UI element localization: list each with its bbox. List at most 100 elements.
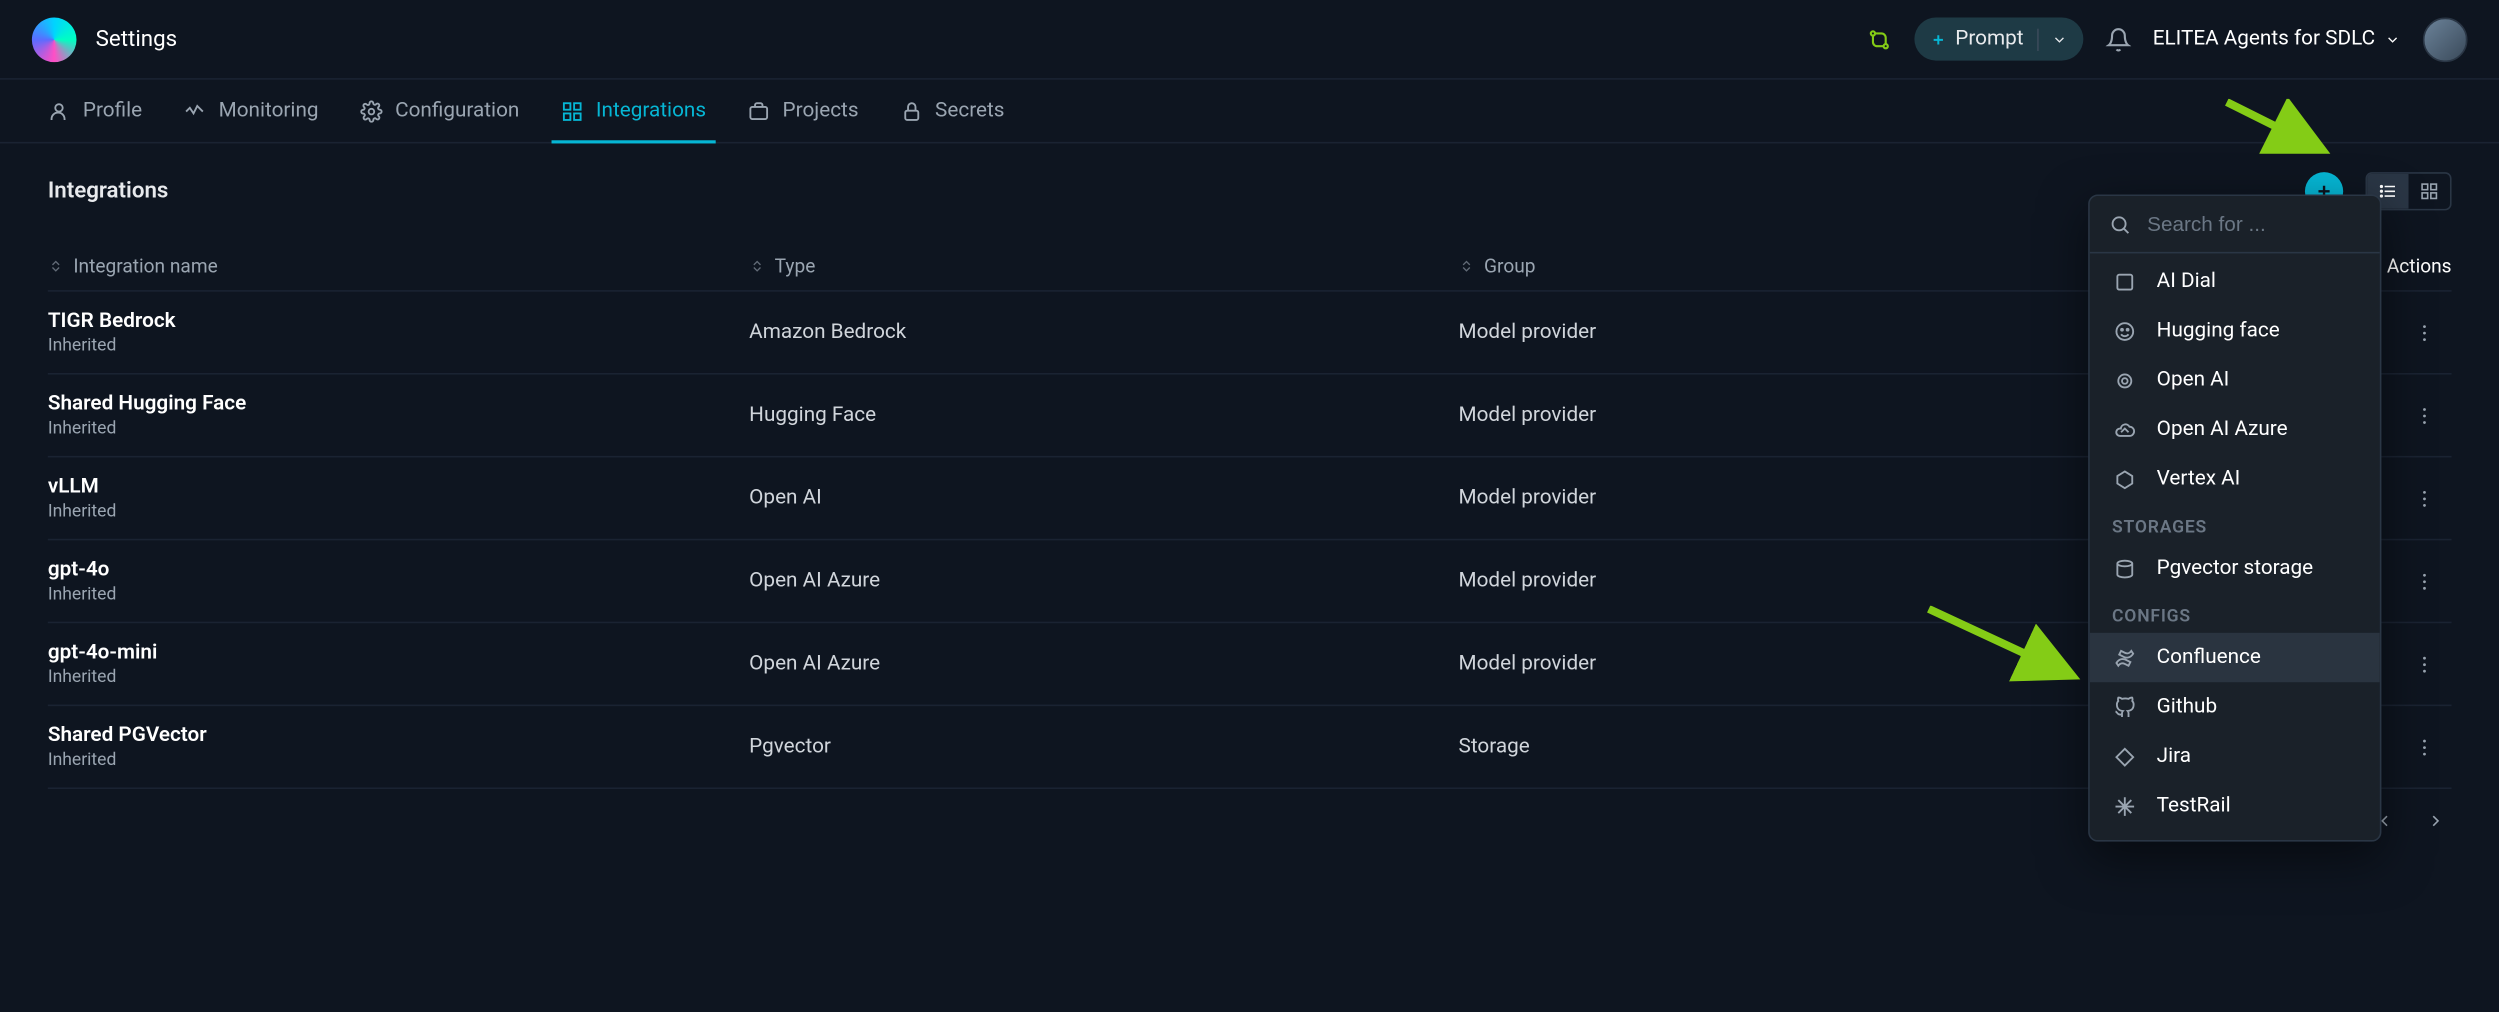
app-logo-icon[interactable] [32,17,77,62]
logo-area: Settings [32,17,177,62]
face-icon [2112,320,2138,342]
dropdown-item-github[interactable]: Github [2090,682,2380,731]
branch-icon[interactable] [1866,26,1892,52]
tab-secrets[interactable]: Secrets [900,80,1005,142]
integration-inherited-label: Inherited [48,501,749,522]
projects-icon [747,100,769,122]
dropdown-item-open-ai-azure[interactable]: Open AI Azure [2090,405,2380,454]
dropdown-item-label: Vertex AI [2157,467,2241,491]
dropdown-item-ai-dial[interactable]: AI Dial [2090,257,2380,306]
integration-inherited-label: Inherited [48,583,749,604]
row-type-cell: Open AI [749,486,1458,510]
integration-name: gpt-4o-mini [48,641,749,665]
tab-projects[interactable]: Projects [747,80,858,142]
sort-icon [48,257,64,276]
search-input[interactable] [2147,212,2381,236]
content-area: Integrations Integration name [0,143,2499,852]
row-name-cell: gpt-4oInherited [48,558,749,604]
chevron-down-icon [2385,31,2401,47]
more-actions-button[interactable] [2413,736,2435,758]
dropdown-item-vertex-ai[interactable]: Vertex AI [2090,454,2380,503]
integration-name: vLLM [48,475,749,499]
grid-view-button[interactable] [2409,174,2450,209]
testrail-icon [2112,795,2138,817]
sort-icon [749,257,765,276]
integration-inherited-label: Inherited [48,749,749,770]
confluence-icon [2112,646,2138,668]
jira-icon [2112,745,2138,767]
profile-icon [48,100,70,122]
more-actions-button[interactable] [2413,570,2435,592]
bell-icon[interactable] [2105,26,2131,52]
vertex-icon [2112,468,2138,490]
integration-name: Shared PGVector [48,724,749,748]
tab-label: Profile [83,99,142,123]
dropdown-section-header: STORAGES [2090,504,2380,544]
col-group-label: Group [1484,255,1536,277]
dropdown-item-label: Open AI Azure [2157,418,2288,442]
dropdown-item-jira[interactable]: Jira [2090,732,2380,781]
settings-tabs: Profile Monitoring Configuration Integratio… [0,80,2499,144]
col-type-header[interactable]: Type [749,255,1458,277]
row-name-cell: vLLMInherited [48,475,749,521]
github-icon [2112,696,2138,718]
dropdown-item-confluence[interactable]: Confluence [2090,633,2380,682]
dropdown-list: AI Dial Hugging face Open AI Open AI Azure V… [2090,253,2380,840]
chevron-down-icon [2051,31,2067,47]
row-name-cell: TIGR BedrockInherited [48,309,749,355]
spiral-icon [2112,369,2138,391]
integration-inherited-label: Inherited [48,666,749,687]
row-type-cell: Hugging Face [749,403,1458,427]
dropdown-search [2090,196,2380,253]
more-actions-button[interactable] [2413,653,2435,675]
dropdown-item-label: TestRail [2157,794,2231,818]
dropdown-item-label: Jira [2157,744,2191,768]
more-actions-button[interactable] [2413,404,2435,426]
divider [2036,28,2038,50]
more-actions-button[interactable] [2413,321,2435,343]
tab-label: Secrets [935,99,1004,123]
dropdown-item-hugging-face[interactable]: Hugging face [2090,306,2380,355]
integration-name: Shared Hugging Face [48,392,749,416]
header-actions: Prompt ELITEA Agents for SDLC [1866,17,2468,62]
tab-profile[interactable]: Profile [48,80,142,142]
dropdown-item-label: Open AI [2157,368,2230,392]
dropdown-item-label: AI Dial [2157,269,2216,293]
tab-label: Monitoring [219,99,319,123]
dropdown-item-label: Confluence [2157,646,2261,670]
search-icon [2109,213,2131,235]
sort-icon [1459,257,1475,276]
cloud-icon [2112,418,2138,440]
tab-monitoring[interactable]: Monitoring [184,80,319,142]
dropdown-item-label: Hugging face [2157,319,2280,343]
add-integration-dropdown: AI Dial Hugging face Open AI Open AI Azure V… [2088,194,2381,841]
workspace-selector[interactable]: ELITEA Agents for SDLC [2153,27,2401,51]
integrations-icon [561,100,583,122]
avatar[interactable] [2423,17,2468,62]
monitoring-icon [184,100,206,122]
dropdown-item-testrail[interactable]: TestRail [2090,781,2380,830]
more-actions-button[interactable] [2413,487,2435,509]
integration-name: gpt-4o [48,558,749,582]
tab-label: Integrations [596,99,706,123]
dropdown-item-pgvector-storage[interactable]: Pgvector storage [2090,544,2380,593]
row-type-cell: Amazon Bedrock [749,320,1458,344]
workspace-name: ELITEA Agents for SDLC [2153,27,2375,51]
dropdown-section-header: CONFIGS [2090,593,2380,633]
row-type-cell: Open AI Azure [749,652,1458,676]
row-name-cell: gpt-4o-miniInherited [48,641,749,687]
plus-icon [1930,31,1946,47]
next-page-button[interactable] [2420,805,2452,837]
content-title: Integrations [48,179,169,205]
col-actions-label: Actions [2387,255,2452,277]
tab-configuration[interactable]: Configuration [360,80,519,142]
square-icon [2112,270,2138,292]
prompt-button[interactable]: Prompt [1914,18,2083,61]
tab-label: Projects [783,99,859,123]
row-name-cell: Shared PGVectorInherited [48,724,749,770]
dropdown-item-open-ai[interactable]: Open AI [2090,355,2380,404]
row-type-cell: Open AI Azure [749,569,1458,593]
integration-name: TIGR Bedrock [48,309,749,333]
col-name-header[interactable]: Integration name [48,255,749,277]
tab-integrations[interactable]: Integrations [561,80,706,142]
